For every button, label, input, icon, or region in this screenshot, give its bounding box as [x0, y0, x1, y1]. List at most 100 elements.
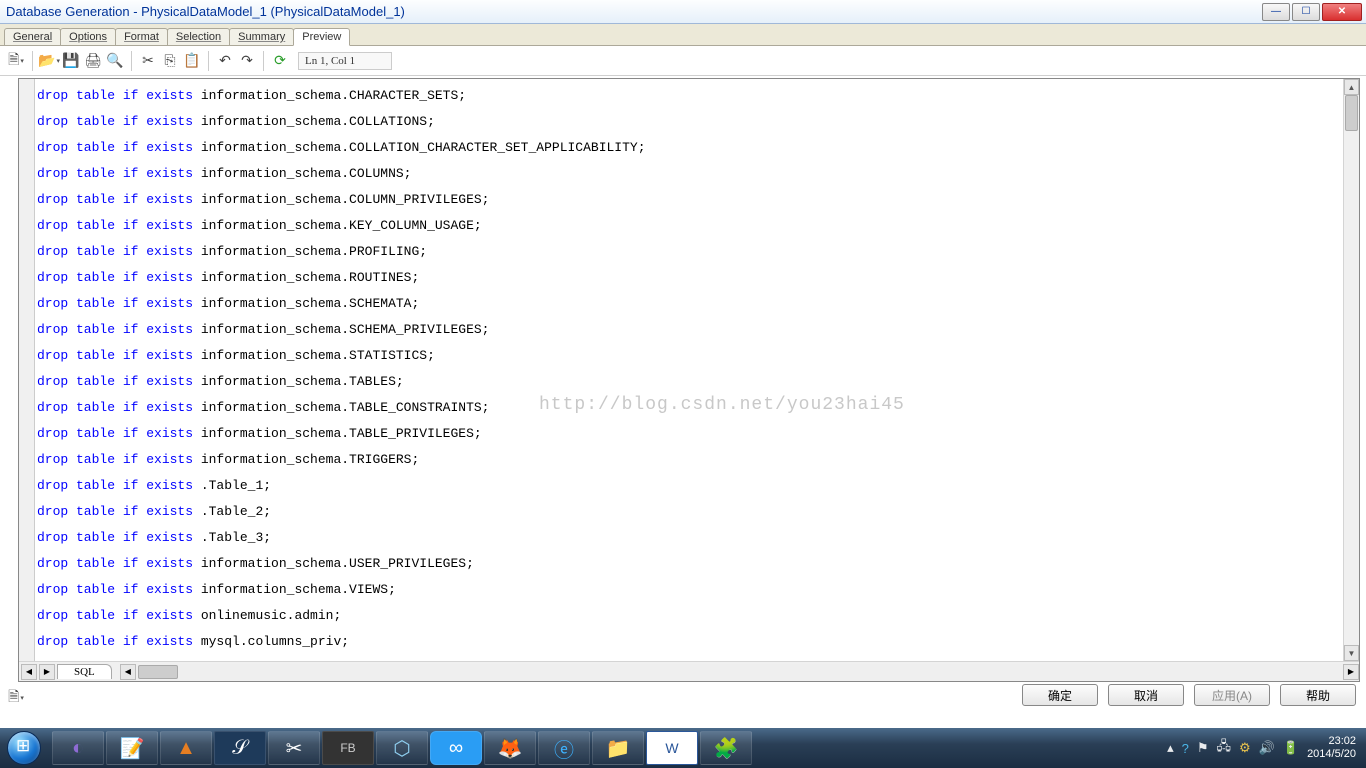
undo-icon[interactable]: ↶: [215, 51, 235, 71]
options-menu-icon[interactable]: 🗎: [6, 688, 26, 708]
task-word-icon[interactable]: W: [646, 731, 698, 765]
tray-volume-icon[interactable]: 🔊: [1259, 740, 1275, 756]
sql-line[interactable]: drop table if exists information_schema.…: [37, 187, 1341, 213]
task-misc-icon[interactable]: 🧩: [700, 731, 752, 765]
editor-content[interactable]: drop table if exists information_schema.…: [35, 79, 1343, 661]
sql-line[interactable]: drop table if exists information_schema.…: [37, 395, 1341, 421]
sql-line[interactable]: drop table if exists information_schema.…: [37, 343, 1341, 369]
open-menu-icon[interactable]: 📂: [39, 51, 59, 71]
task-flashbuilder-icon[interactable]: FB: [322, 731, 374, 765]
dialog-buttons: 确定 取消 应用(A) 帮助: [1022, 684, 1356, 706]
sql-line[interactable]: drop table if exists information_schema.…: [37, 551, 1341, 577]
sql-line[interactable]: drop table if exists information_schema.…: [37, 369, 1341, 395]
sql-line[interactable]: drop table if exists .Table_1;: [37, 473, 1341, 499]
sql-text: information_schema.VIEWS;: [193, 582, 396, 597]
hscroll-right-icon[interactable]: ▶: [1343, 664, 1359, 680]
sql-line[interactable]: drop table if exists .Table_2;: [37, 499, 1341, 525]
copy-icon[interactable]: ⎘: [160, 51, 180, 71]
refresh-icon[interactable]: ⟳: [270, 51, 290, 71]
scroll-thumb[interactable]: [1345, 95, 1358, 131]
tab-nav-left-icon[interactable]: ◀: [21, 664, 37, 680]
task-cloud-icon[interactable]: ∞: [430, 731, 482, 765]
tray-clock[interactable]: 23:02 2014/5/20: [1307, 735, 1356, 761]
task-snip-icon[interactable]: ✂: [268, 731, 320, 765]
tray-show-hidden-icon[interactable]: ▴: [1167, 740, 1174, 756]
sql-text: information_schema.ROUTINES;: [193, 270, 419, 285]
ok-button[interactable]: 确定: [1022, 684, 1098, 706]
minimize-button[interactable]: —: [1262, 3, 1290, 21]
sql-text: information_schema.PROFILING;: [193, 244, 427, 259]
sql-line[interactable]: drop table if exists mysql.columns_priv;: [37, 629, 1341, 655]
sql-line[interactable]: drop table if exists information_schema.…: [37, 135, 1341, 161]
sql-keyword: drop table if exists: [37, 608, 193, 623]
scroll-down-icon[interactable]: ▼: [1344, 645, 1359, 661]
tab-general[interactable]: General: [4, 28, 61, 45]
sql-line[interactable]: drop table if exists information_schema.…: [37, 291, 1341, 317]
tab-nav-right-icon[interactable]: ▶: [39, 664, 55, 680]
toolbar-separator: [131, 51, 132, 71]
sql-line[interactable]: drop table if exists information_schema.…: [37, 421, 1341, 447]
help-button[interactable]: 帮助: [1280, 684, 1356, 706]
tray-flag-icon[interactable]: ⚑: [1197, 740, 1209, 756]
sql-line[interactable]: drop table if exists information_schema.…: [37, 447, 1341, 473]
vertical-scrollbar[interactable]: ▲ ▼: [1343, 79, 1359, 661]
paste-icon[interactable]: 📋: [182, 51, 202, 71]
sql-line[interactable]: drop table if exists information_schema.…: [37, 161, 1341, 187]
sql-line[interactable]: drop table if exists information_schema.…: [37, 109, 1341, 135]
hscroll-left-icon[interactable]: ◀: [120, 664, 136, 680]
sql-text: information_schema.CHARACTER_SETS;: [193, 88, 466, 103]
sql-text: .Table_2;: [193, 504, 271, 519]
redo-icon[interactable]: ↷: [237, 51, 257, 71]
sql-line[interactable]: drop table if exists information_schema.…: [37, 265, 1341, 291]
start-button[interactable]: [0, 728, 48, 768]
sql-line[interactable]: drop table if exists information_schema.…: [37, 83, 1341, 109]
sql-keyword: drop table if exists: [37, 218, 193, 233]
save-icon[interactable]: 💾: [61, 51, 81, 71]
document-menu-icon[interactable]: 🗎: [6, 51, 26, 71]
maximize-button[interactable]: ☐: [1292, 3, 1320, 21]
windows-taskbar: ◐ 📝 ▲ 𝒮 ✂ FB ⬡ ∞ 🦊 ⓔ 📁 W 🧩 ▴ ? ⚑ 🖧 ⚙ 🔊 🔋…: [0, 728, 1366, 768]
tray-battery-icon[interactable]: 🔋: [1283, 740, 1299, 756]
task-notepad-icon[interactable]: 📝: [106, 731, 158, 765]
tab-preview[interactable]: Preview: [293, 28, 350, 46]
sql-line[interactable]: drop table if exists information_schema.…: [37, 213, 1341, 239]
sql-line[interactable]: drop table if exists information_schema.…: [37, 317, 1341, 343]
sql-keyword: drop table if exists: [37, 88, 193, 103]
task-app-icon[interactable]: 𝒮: [214, 731, 266, 765]
sql-line[interactable]: drop table if exists onlinemusic.admin;: [37, 603, 1341, 629]
sql-text: mysql.columns_priv;: [193, 634, 349, 649]
scroll-up-icon[interactable]: ▲: [1344, 79, 1359, 95]
sql-keyword: drop table if exists: [37, 556, 193, 571]
sql-line[interactable]: drop table if exists .Table_3;: [37, 525, 1341, 551]
tray-help-icon[interactable]: ?: [1182, 741, 1189, 756]
find-icon[interactable]: 🔍: [105, 51, 125, 71]
task-explorer-icon[interactable]: 📁: [592, 731, 644, 765]
task-eclipse-icon[interactable]: ◐: [52, 731, 104, 765]
sql-text: information_schema.TABLES;: [193, 374, 404, 389]
cancel-button[interactable]: 取消: [1108, 684, 1184, 706]
tab-format[interactable]: Format: [115, 28, 168, 45]
tab-strip: General Options Format Selection Summary…: [0, 24, 1366, 46]
task-cube-icon[interactable]: ⬡: [376, 731, 428, 765]
task-firefox-icon[interactable]: 🦊: [484, 731, 536, 765]
tab-summary[interactable]: Summary: [229, 28, 294, 45]
sql-keyword: drop table if exists: [37, 634, 193, 649]
sql-text: information_schema.KEY_COLUMN_USAGE;: [193, 218, 482, 233]
cut-icon[interactable]: ✂: [138, 51, 158, 71]
close-button[interactable]: ✕: [1322, 3, 1362, 21]
sql-text: .Table_1;: [193, 478, 271, 493]
sql-line[interactable]: drop table if exists information_schema.…: [37, 577, 1341, 603]
sql-line[interactable]: drop table if exists information_schema.…: [37, 239, 1341, 265]
sql-editor[interactable]: drop table if exists information_schema.…: [18, 78, 1360, 682]
apply-button[interactable]: 应用(A): [1194, 684, 1270, 706]
task-matlab-icon[interactable]: ▲: [160, 731, 212, 765]
tray-safe-icon[interactable]: ⚙: [1239, 740, 1251, 756]
task-ie-icon[interactable]: ⓔ: [538, 731, 590, 765]
print-icon[interactable]: 🖨: [83, 51, 103, 71]
tab-selection[interactable]: Selection: [167, 28, 230, 45]
editor-tab-sql[interactable]: SQL: [57, 664, 112, 679]
tab-options[interactable]: Options: [60, 28, 116, 45]
window-title: Database Generation - PhysicalDataModel_…: [6, 4, 1262, 19]
tray-network-icon[interactable]: 🖧: [1217, 737, 1232, 759]
hscroll-thumb[interactable]: [138, 665, 178, 679]
